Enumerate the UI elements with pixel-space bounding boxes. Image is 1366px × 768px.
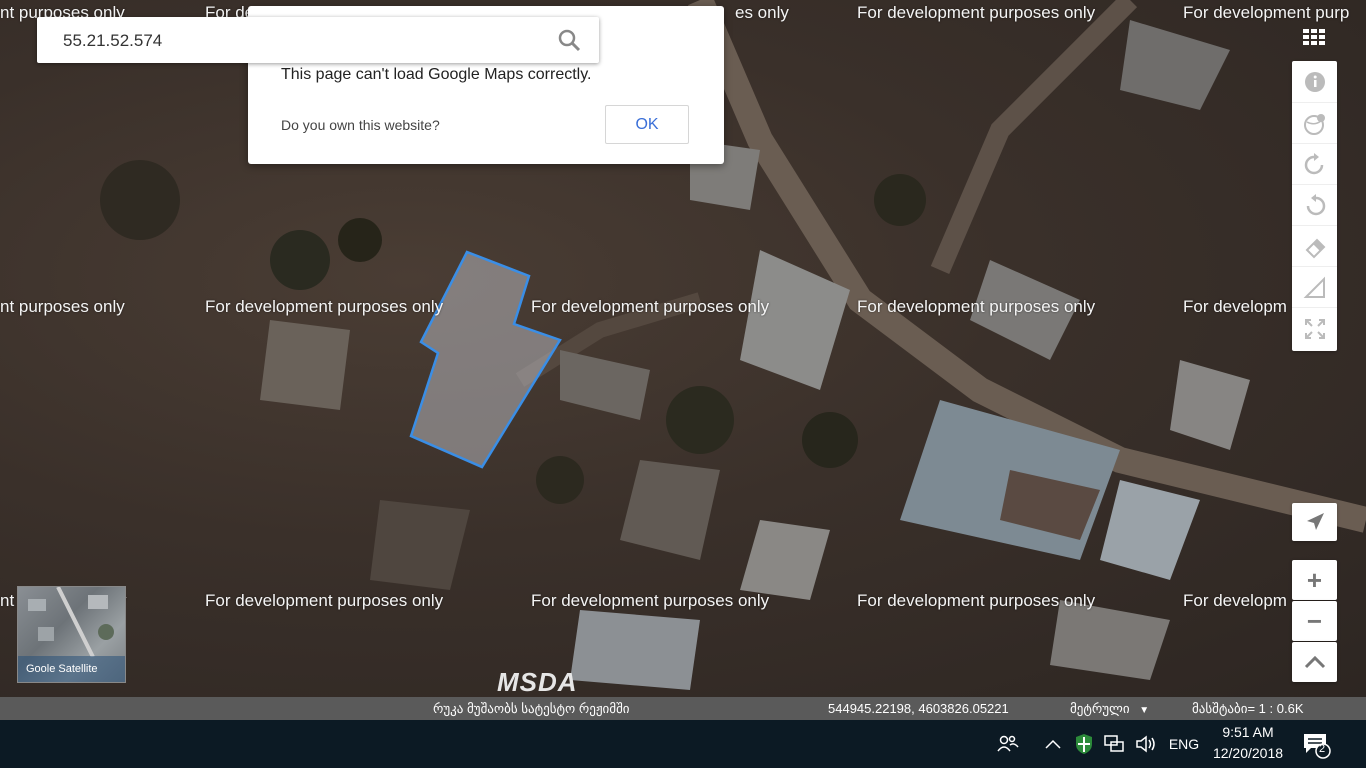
language-indicator[interactable]: ENG <box>1166 732 1202 756</box>
eraser-icon[interactable] <box>1292 225 1337 267</box>
scale-readout: მასშტაბი= 1 : 0.6K <box>1192 701 1304 716</box>
selected-parcel[interactable] <box>409 250 562 469</box>
map-status-bar: რუკა მუშაობს სატესტო რეჟიმში 544945.2219… <box>0 697 1366 720</box>
shield-icon[interactable] <box>1073 732 1095 756</box>
grid-icon[interactable] <box>1297 22 1333 54</box>
rotate-right-icon[interactable] <box>1292 184 1337 226</box>
fullscreen-icon[interactable] <box>1292 307 1337 349</box>
basemap-preview <box>28 587 114 658</box>
volume-icon[interactable] <box>1134 733 1158 755</box>
zoom-in-button[interactable]: + <box>1292 560 1337 600</box>
measure-area-icon[interactable] <box>1292 266 1337 308</box>
ok-button[interactable]: OK <box>605 105 689 144</box>
clock-date[interactable]: 12/20/2018 <box>1206 743 1290 763</box>
search-icon[interactable] <box>557 28 581 52</box>
navigation-arrow-icon[interactable] <box>1292 503 1337 541</box>
notification-icon[interactable]: 2 <box>1302 731 1332 759</box>
basemap-switcher[interactable]: Goole Satellite <box>17 586 126 683</box>
windows-taskbar: ENG 9:51 AM 12/20/2018 2 <box>0 720 1366 768</box>
chevron-up-icon[interactable] <box>1043 733 1063 755</box>
basemap-label: Goole Satellite <box>18 656 125 682</box>
test-mode-text: რუკა მუშაობს სატესტო რეჟიმში <box>433 701 630 716</box>
own-website-question: Do you own this website? <box>281 117 440 133</box>
network-icon[interactable] <box>1102 733 1126 755</box>
chevron-down-icon: ▼ <box>1139 705 1150 716</box>
cursor-coordinates: 544945.22198, 4603826.05221 <box>828 701 1009 716</box>
search-box <box>37 17 599 63</box>
search-input[interactable] <box>61 28 545 54</box>
msda-logo: MSDA <box>497 667 578 697</box>
error-message: This page can't load Google Maps correct… <box>281 66 592 83</box>
units-value: მეტრული <box>1070 701 1130 716</box>
people-icon[interactable] <box>996 733 1020 755</box>
notification-count: 2 <box>1319 743 1326 755</box>
chevron-up-icon[interactable] <box>1292 642 1337 682</box>
globe-pin-icon[interactable] <box>1292 102 1337 144</box>
rotate-left-icon[interactable] <box>1292 143 1337 185</box>
units-select[interactable]: მეტრული ▼ <box>1070 701 1149 717</box>
zoom-out-button[interactable]: − <box>1292 601 1337 641</box>
map-toolbar <box>1292 61 1337 351</box>
clock-time[interactable]: 9:51 AM <box>1206 722 1290 742</box>
info-icon[interactable] <box>1292 61 1337 102</box>
